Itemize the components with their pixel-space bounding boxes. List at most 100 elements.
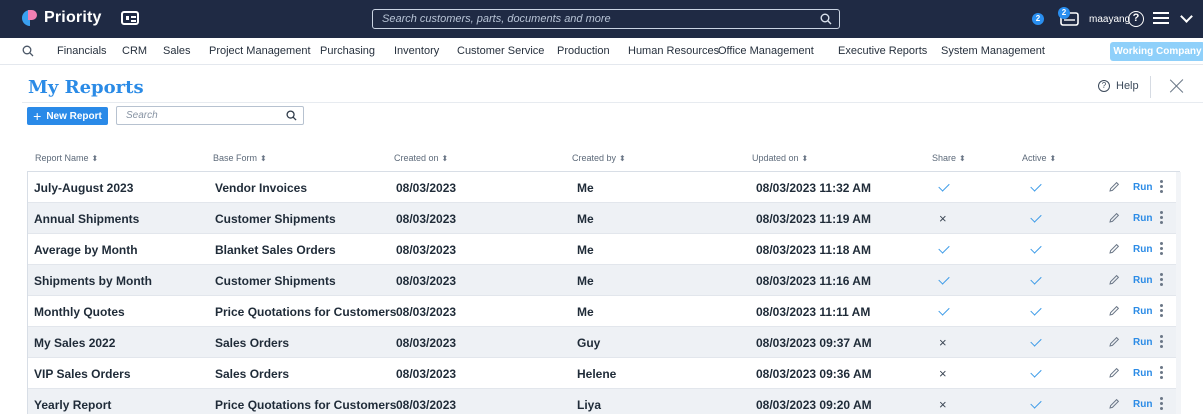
help-label: Help — [1116, 80, 1139, 92]
created-by: Me — [577, 274, 594, 288]
column-header-report-name[interactable]: Report Name ⬍ — [35, 153, 98, 163]
base-form: Sales Orders — [215, 367, 290, 381]
more-options-icon[interactable] — [1160, 273, 1163, 287]
menu-item-office-management[interactable]: Office Management — [718, 45, 814, 57]
run-button[interactable]: Run — [1133, 368, 1152, 379]
created-by: Liya — [577, 398, 602, 412]
report-search-input[interactable]: Search — [116, 106, 304, 125]
report-name[interactable]: Average by Month — [34, 243, 138, 257]
active-check-icon — [1030, 335, 1042, 347]
table-row[interactable]: Yearly Report Price Quotations for Custom… — [28, 389, 1176, 414]
report-search-placeholder: Search — [126, 110, 158, 121]
table-row[interactable]: July-August 2023 Vendor Invoices 08/03/202… — [28, 172, 1176, 203]
created-on: 08/03/2023 — [396, 274, 457, 288]
updated-on: 08/03/2023 11:16 AM — [756, 274, 871, 288]
table-row[interactable]: VIP Sales Orders Sales Orders 08/03/2023 He… — [28, 358, 1176, 389]
menu-search-icon[interactable] — [22, 45, 34, 57]
more-options-icon[interactable] — [1160, 180, 1163, 194]
more-options-icon[interactable] — [1160, 304, 1163, 318]
working-company-button[interactable]: Working Company — [1110, 42, 1203, 61]
created-by: Me — [577, 212, 594, 226]
created-on: 08/03/2023 — [396, 181, 457, 195]
sort-icon: ⬍ — [91, 154, 99, 163]
run-button[interactable]: Run — [1133, 213, 1152, 224]
close-icon[interactable] — [1169, 79, 1184, 93]
notification-badge[interactable]: 2 — [1032, 13, 1044, 25]
header-divider — [1150, 76, 1151, 98]
column-header-created-by[interactable]: Created by ⬍ — [572, 153, 626, 163]
run-button[interactable]: Run — [1133, 275, 1152, 286]
edit-pencil-icon[interactable] — [1108, 212, 1120, 224]
report-name[interactable]: My Sales 2022 — [34, 336, 115, 350]
search-icon[interactable] — [820, 13, 832, 25]
app-name: Priority — [44, 9, 102, 26]
username[interactable]: maayang — [1089, 14, 1130, 25]
created-by: Guy — [577, 336, 601, 350]
help-icon[interactable]: ? — [1128, 11, 1144, 27]
created-on: 08/03/2023 — [396, 336, 457, 350]
table-row[interactable]: Annual Shipments Customer Shipments 08/03/… — [28, 203, 1176, 234]
menu-item-executive-reports[interactable]: Executive Reports — [838, 45, 927, 57]
base-form: Blanket Sales Orders — [215, 243, 336, 257]
run-button[interactable]: Run — [1133, 337, 1152, 348]
created-by: Me — [577, 243, 594, 257]
menu-item-inventory[interactable]: Inventory — [394, 45, 439, 57]
edit-pencil-icon[interactable] — [1108, 274, 1120, 286]
run-button[interactable]: Run — [1133, 306, 1152, 317]
more-options-icon[interactable] — [1160, 242, 1163, 256]
help-link[interactable]: ? Help — [1098, 80, 1139, 92]
new-report-button[interactable]: + New Report — [27, 107, 108, 125]
menu-item-financials[interactable]: Financials — [57, 45, 107, 57]
menu-item-production[interactable]: Production — [557, 45, 610, 57]
menu-item-crm[interactable]: CRM — [122, 45, 147, 57]
menu-item-sales[interactable]: Sales — [163, 45, 191, 57]
share-check-icon — [938, 180, 950, 192]
report-name[interactable]: Yearly Report — [34, 398, 111, 412]
priority-logo[interactable]: Priority — [22, 9, 102, 27]
table-row[interactable]: Average by Month Blanket Sales Orders 08/0… — [28, 234, 1176, 265]
column-header-created-on[interactable]: Created on ⬍ — [394, 153, 448, 163]
report-name[interactable]: Annual Shipments — [34, 212, 139, 226]
sort-icon: ⬍ — [260, 154, 267, 163]
created-on: 08/03/2023 — [396, 212, 457, 226]
report-name[interactable]: Monthly Quotes — [34, 305, 125, 319]
edit-pencil-icon[interactable] — [1108, 305, 1120, 317]
table-row[interactable]: Shipments by Month Customer Shipments 08/0… — [28, 265, 1176, 296]
top-bar: Priority Search customers, parts, docume… — [0, 0, 1203, 38]
run-button[interactable]: Run — [1133, 182, 1152, 193]
global-search-input[interactable]: Search customers, parts, documents and m… — [372, 9, 840, 29]
priority-logo-icon — [22, 9, 38, 27]
more-options-icon[interactable] — [1160, 211, 1163, 225]
table-row[interactable]: Monthly Quotes Price Quotations for Custo… — [28, 296, 1176, 327]
base-form: Customer Shipments — [215, 212, 336, 226]
column-header-base-form[interactable]: Base Form ⬍ — [213, 153, 267, 163]
column-header-share[interactable]: Share ⬍ — [932, 153, 966, 163]
chevron-down-icon[interactable] — [1180, 10, 1193, 23]
edit-pencil-icon[interactable] — [1108, 398, 1120, 410]
menu-item-human-resources[interactable]: Human Resources — [628, 45, 719, 57]
menu-item-system-management[interactable]: System Management — [941, 45, 1045, 57]
more-options-icon[interactable] — [1160, 397, 1163, 411]
menu-item-customer-service[interactable]: Customer Service — [457, 45, 544, 57]
edit-pencil-icon[interactable] — [1108, 181, 1120, 193]
edit-pencil-icon[interactable] — [1108, 367, 1120, 379]
run-button[interactable]: Run — [1133, 399, 1152, 410]
table-scrollbar[interactable] — [1176, 172, 1181, 414]
edit-pencil-icon[interactable] — [1108, 336, 1120, 348]
more-options-icon[interactable] — [1160, 335, 1163, 349]
header-separator — [22, 102, 1203, 103]
menu-item-project-management[interactable]: Project Management — [209, 45, 311, 57]
menu-icon[interactable] — [1153, 12, 1169, 25]
report-name[interactable]: Shipments by Month — [34, 274, 152, 288]
table-row[interactable]: My Sales 2022 Sales Orders 08/03/2023 Guy 08… — [28, 327, 1176, 358]
menu-item-purchasing[interactable]: Purchasing — [320, 45, 375, 57]
more-options-icon[interactable] — [1160, 366, 1163, 380]
search-icon[interactable] — [286, 110, 297, 121]
column-header-updated-on[interactable]: Updated on ⬍ — [752, 153, 808, 163]
report-name[interactable]: July-August 2023 — [34, 181, 133, 195]
run-button[interactable]: Run — [1133, 244, 1152, 255]
id-card-icon[interactable] — [121, 11, 139, 25]
column-header-active[interactable]: Active ⬍ — [1022, 153, 1056, 163]
report-name[interactable]: VIP Sales Orders — [34, 367, 131, 381]
edit-pencil-icon[interactable] — [1108, 243, 1120, 255]
